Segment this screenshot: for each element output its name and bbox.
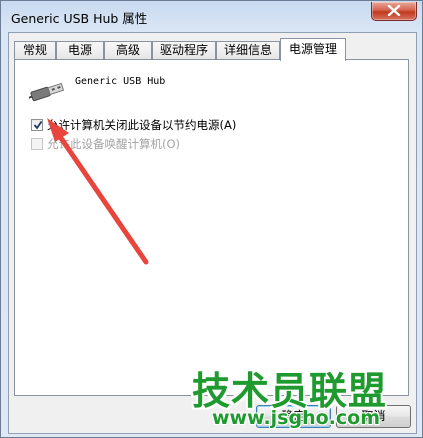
tab-driver[interactable]: 驱动程序 <box>152 41 216 60</box>
title-bar[interactable]: Generic USB Hub 属性 <box>1 1 422 31</box>
tab-label: 高级 <box>115 43 140 57</box>
tab-details[interactable]: 详细信息 <box>216 41 280 60</box>
power-management-panel: Generic USB Hub 允许计算机关闭此设备以节约电源(A) 允许此设备… <box>14 59 409 396</box>
tab-power[interactable]: 电源 <box>56 41 104 60</box>
window-title: Generic USB Hub 属性 <box>11 11 148 26</box>
site-watermark: 技术员联盟 www.jsgho.com <box>190 360 390 438</box>
tab-general[interactable]: 常规 <box>14 41 56 60</box>
tab-label: 电源管理 <box>288 42 337 56</box>
device-name: Generic USB Hub <box>75 76 166 87</box>
checkmark-icon <box>33 120 43 130</box>
tab-advanced[interactable]: 高级 <box>104 41 152 60</box>
watermark-url: www.jsgho.com <box>212 407 380 429</box>
usb-plug-icon <box>29 82 65 102</box>
allow-turn-off-checkbox[interactable] <box>31 119 43 131</box>
tab-power-management[interactable]: 电源管理 <box>280 38 346 61</box>
allow-turn-off-label: 允许计算机关闭此设备以节约电源(A) <box>47 118 237 132</box>
allow-wake-label: 允许此设备唤醒计算机(O) <box>47 137 181 151</box>
allow-wake-checkbox <box>31 138 43 150</box>
close-icon <box>387 5 401 16</box>
close-button[interactable] <box>371 2 417 21</box>
tab-label: 驱动程序 <box>159 43 208 57</box>
tab-label: 常规 <box>22 43 47 57</box>
tab-label: 电源 <box>67 43 92 57</box>
tab-label: 详细信息 <box>223 43 272 57</box>
